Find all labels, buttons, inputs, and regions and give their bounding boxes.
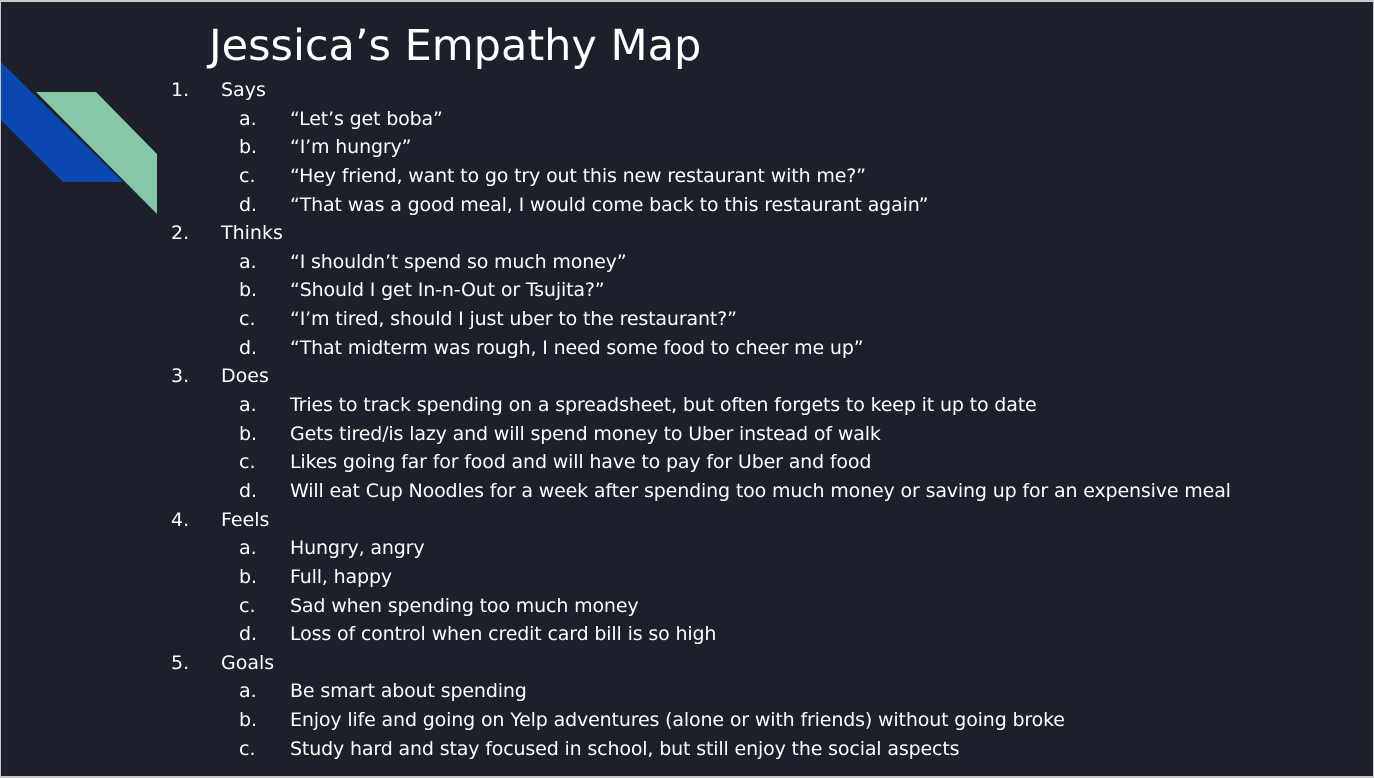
- section-number: 3.: [171, 365, 190, 388]
- list-item: c. Sad when spending too much money: [1, 592, 1373, 621]
- item-letter: c.: [239, 451, 256, 474]
- list-item: a. “I shouldn’t spend so much money”: [1, 248, 1373, 277]
- item-text: “That was a good meal, I would come back…: [290, 193, 929, 216]
- list-item: d. “That was a good meal, I would come ba…: [1, 191, 1373, 220]
- section-number: 1.: [171, 79, 190, 101]
- section-label: Thinks: [221, 222, 283, 245]
- slide: Jessica’s Empathy Map 1. Says a. “Let’s get…: [0, 0, 1374, 778]
- section-heading: 1. Says: [1, 76, 1373, 105]
- list-item: b. Enjoy life and going on Yelp adventure…: [1, 706, 1373, 735]
- section-label: Says: [221, 79, 266, 101]
- list-item: c. Study hard and stay focused in school,…: [1, 735, 1373, 764]
- item-text: Loss of control when credit card bill is…: [290, 623, 717, 646]
- section-number: 4.: [171, 508, 190, 531]
- list-item: c. “I’m tired, should I just uber to the …: [1, 305, 1373, 334]
- item-text: “Should I get In-n-Out or Tsujita?”: [290, 279, 605, 302]
- item-letter: b.: [239, 565, 258, 588]
- item-text: Gets tired/is lazy and will spend money …: [290, 422, 881, 445]
- item-text: “That midterm was rough, I need some foo…: [290, 336, 864, 359]
- list-item: d. Loss of control when credit card bill …: [1, 620, 1373, 649]
- item-text: “Hey friend, want to go try out this new…: [290, 164, 866, 187]
- section-label: Does: [221, 365, 269, 388]
- item-text: Likes going far for food and will have t…: [290, 451, 872, 474]
- item-letter: a.: [239, 537, 257, 560]
- section-label: Feels: [221, 508, 270, 531]
- item-letter: c.: [239, 164, 256, 187]
- section-heading: 3. Does: [1, 362, 1373, 391]
- section-number: 5.: [171, 651, 190, 674]
- item-letter: a.: [239, 680, 257, 703]
- list-item: a. “Let’s get boba”: [1, 105, 1373, 134]
- item-letter: b.: [239, 279, 258, 302]
- item-letter: d.: [239, 623, 258, 646]
- item-letter: a.: [239, 107, 257, 130]
- list-item: b. “Should I get In-n-Out or Tsujita?”: [1, 276, 1373, 305]
- list-item: d. Will eat Cup Noodles for a week after …: [1, 477, 1373, 506]
- empathy-map-outline: 1. Says a. “Let’s get boba” b. “I’m hungry” c.…: [1, 76, 1373, 763]
- list-item: b. Gets tired/is lazy and will spend mone…: [1, 420, 1373, 449]
- list-item: b. Full, happy: [1, 563, 1373, 592]
- item-text: Enjoy life and going on Yelp adventures …: [290, 709, 1065, 732]
- item-text: “I’m hungry”: [290, 136, 412, 159]
- list-item: c. “Hey friend, want to go try out this n…: [1, 162, 1373, 191]
- item-text: Will eat Cup Noodles for a week after sp…: [290, 479, 1231, 502]
- list-item: c. Likes going far for food and will have…: [1, 448, 1373, 477]
- item-letter: c.: [239, 308, 256, 331]
- item-letter: a.: [239, 394, 257, 417]
- slide-title: Jessica’s Empathy Map: [209, 21, 702, 71]
- item-letter: a.: [239, 250, 257, 273]
- item-text: Be smart about spending: [290, 680, 527, 703]
- item-text: “I shouldn’t spend so much money”: [290, 250, 627, 273]
- item-text: Hungry, angry: [290, 537, 425, 560]
- item-letter: b.: [239, 136, 258, 159]
- item-text: Sad when spending too much money: [290, 594, 639, 617]
- item-letter: d.: [239, 193, 258, 216]
- list-item: d. “That midterm was rough, I need some f…: [1, 334, 1373, 363]
- list-item: a. Hungry, angry: [1, 534, 1373, 563]
- item-text: “Let’s get boba”: [290, 107, 443, 130]
- list-item: a. Tries to track spending on a spreadshe…: [1, 391, 1373, 420]
- list-item: a. Be smart about spending: [1, 677, 1373, 706]
- item-text: Full, happy: [290, 565, 392, 588]
- section-heading: 2. Thinks: [1, 219, 1373, 248]
- list-item: b. “I’m hungry”: [1, 133, 1373, 162]
- item-letter: b.: [239, 709, 258, 732]
- item-letter: d.: [239, 336, 258, 359]
- item-text: “I’m tired, should I just uber to the re…: [290, 308, 737, 331]
- item-letter: d.: [239, 479, 258, 502]
- item-text: Study hard and stay focused in school, b…: [290, 737, 960, 760]
- item-letter: b.: [239, 422, 258, 445]
- section-heading: 4. Feels: [1, 506, 1373, 535]
- item-letter: c.: [239, 594, 256, 617]
- section-heading: 5. Goals: [1, 649, 1373, 678]
- item-letter: c.: [239, 737, 256, 760]
- item-text: Tries to track spending on a spreadsheet…: [290, 394, 1037, 417]
- section-label: Goals: [221, 651, 275, 674]
- section-number: 2.: [171, 222, 190, 245]
